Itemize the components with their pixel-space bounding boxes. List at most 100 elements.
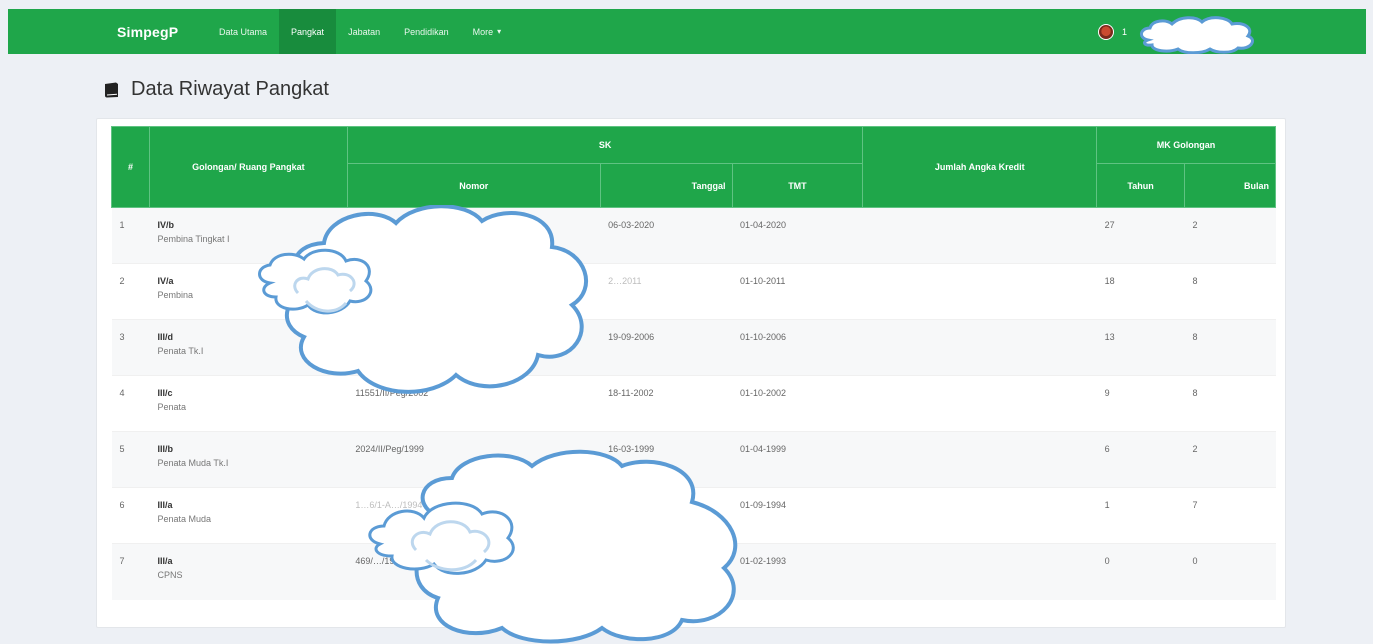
golongan-code: III/b xyxy=(157,444,173,454)
golongan-code: III/a xyxy=(157,500,173,510)
brand-logo[interactable]: SimpegP xyxy=(117,24,207,40)
cell-bulan: 8 xyxy=(1184,319,1276,376)
cell-golongan: IV/a Pembina xyxy=(149,263,348,320)
cell-bulan: 8 xyxy=(1184,375,1276,432)
cell-nomor: 823.4/108…/204/2020 xyxy=(347,207,601,264)
user-name-suffix: 02 xyxy=(1236,26,1249,37)
cell-no: 3 xyxy=(111,319,150,376)
cell-golongan: III/b Penata Muda Tk.I xyxy=(149,431,348,488)
golongan-code: IV/b xyxy=(157,220,174,230)
cell-kredit xyxy=(862,375,1097,432)
cell-bulan: 2 xyxy=(1184,431,1276,488)
cell-golongan: III/a CPNS xyxy=(149,543,348,600)
riwayat-pangkat-table: # Golongan/ Ruang Pangkat SK Jumlah Angk… xyxy=(111,126,1276,600)
col-header-nomor: Nomor xyxy=(346,163,601,208)
col-header-bulan: Bulan xyxy=(1184,163,1276,208)
cell-bulan: 7 xyxy=(1184,487,1276,544)
col-header-tahun: Tahun xyxy=(1096,163,1186,208)
cell-kredit xyxy=(862,263,1097,320)
pangkat-name: Penata Tk.I xyxy=(157,346,204,356)
cell-kredit xyxy=(862,319,1097,376)
nav-label: Pendidikan xyxy=(404,26,449,37)
cell-tmt: 01-10-2011 xyxy=(732,263,863,320)
col-header-tanggal: Tanggal xyxy=(599,163,733,208)
cell-tmt: 01-09-1994 xyxy=(732,487,863,544)
cell-nomor: 823.3/128/406.073/2006 xyxy=(347,319,601,376)
nav-more-dropdown[interactable]: More ▾ xyxy=(461,9,514,54)
nav-pendidikan[interactable]: Pendidikan xyxy=(392,9,461,54)
cell-tmt: 01-10-2006 xyxy=(732,319,863,376)
cell-no: 4 xyxy=(111,375,150,432)
nav-label: More xyxy=(472,26,494,37)
avatar xyxy=(1098,23,1114,40)
user-name-prefix: 1 xyxy=(1122,26,1129,37)
golongan-code: III/a xyxy=(157,556,173,566)
col-header-no: # xyxy=(111,126,150,208)
cell-nomor: 823.4/1…/212/2011 xyxy=(347,263,601,320)
cell-tanggal: 08-02-1993 xyxy=(600,543,733,600)
table-row: 4 III/c Penata 11551/II/Peg/2002 18-11-20… xyxy=(111,375,1276,432)
cell-golongan: IV/b Pembina Tingkat I xyxy=(149,207,348,264)
golongan-code: III/c xyxy=(157,388,173,398)
cell-tahun: 13 xyxy=(1096,319,1185,376)
pangkat-name: Penata Muda xyxy=(157,514,212,524)
cell-golongan: III/c Penata xyxy=(149,375,348,432)
cell-tahun: 18 xyxy=(1096,263,1185,320)
nav-pangkat[interactable]: Pangkat xyxy=(279,9,337,54)
nav-data-utama[interactable]: Data Utama xyxy=(207,9,279,54)
cell-tmt: 01-04-2020 xyxy=(732,207,863,264)
nav-label: Pangkat xyxy=(291,26,325,37)
page-title: Data Riwayat Pangkat xyxy=(103,78,329,101)
table-row: 6 III/a Penata Muda 1…6/1-A…/1994 23-08-1… xyxy=(111,487,1276,544)
user-menu[interactable]: 1 02 xyxy=(1098,9,1248,54)
table-row: 3 III/d Penata Tk.I 823.3/128/406.073/200… xyxy=(111,319,1276,376)
cell-no: 6 xyxy=(111,487,150,544)
golongan-code: IV/a xyxy=(157,276,174,286)
table-row: 7 III/a CPNS 469/…/1993 08-02-1993 01-02-… xyxy=(111,543,1276,600)
pangkat-name: Penata xyxy=(157,402,186,412)
cell-tanggal: 23-08-1994 xyxy=(600,487,733,544)
cell-no: 7 xyxy=(111,543,150,600)
cell-tahun: 0 xyxy=(1096,543,1185,600)
cell-bulan: 8 xyxy=(1184,263,1276,320)
cell-no: 2 xyxy=(111,263,150,320)
pangkat-name: CPNS xyxy=(157,570,183,580)
cell-tmt: 01-10-2002 xyxy=(732,375,863,432)
cell-nomor: 11551/II/Peg/2002 xyxy=(347,375,601,432)
cell-kredit xyxy=(862,207,1097,264)
cell-kredit xyxy=(862,431,1097,488)
riwayat-pangkat-panel: # Golongan/ Ruang Pangkat SK Jumlah Angk… xyxy=(96,118,1286,628)
cell-golongan: III/d Penata Tk.I xyxy=(149,319,348,376)
cell-nomor: 469/…/1993 xyxy=(347,543,601,600)
book-icon xyxy=(105,82,118,97)
col-header-tmt: TMT xyxy=(731,163,864,208)
cell-tmt: 01-04-1999 xyxy=(732,431,863,488)
cell-tanggal: 19-09-2006 xyxy=(600,319,733,376)
cell-tmt: 01-02-1993 xyxy=(732,543,863,600)
table-row: 1 IV/b Pembina Tingkat I 823.4/108…/204/2… xyxy=(111,207,1276,264)
cell-bulan: 2 xyxy=(1184,207,1276,264)
nav-label: Data Utama xyxy=(219,26,268,37)
pangkat-name: Penata Muda Tk.I xyxy=(157,458,229,468)
col-header-kredit: Jumlah Angka Kredit xyxy=(862,126,1098,208)
nav-jabatan[interactable]: Jabatan xyxy=(336,9,392,54)
pangkat-name: Pembina Tingkat I xyxy=(157,234,230,244)
cell-kredit xyxy=(862,487,1097,544)
table-row: 5 III/b Penata Muda Tk.I 2024/II/Peg/1999… xyxy=(111,431,1276,488)
page-title-text: Data Riwayat Pangkat xyxy=(131,78,329,100)
col-header-mk-golongan: MK Golongan xyxy=(1096,126,1276,164)
cell-kredit xyxy=(862,543,1097,600)
col-header-sk: SK xyxy=(346,126,864,164)
cell-tanggal: 06-03-2020 xyxy=(600,207,733,264)
top-navbar: SimpegP Data Utama Pangkat Jabatan Pendi… xyxy=(8,9,1366,54)
cell-tahun: 9 xyxy=(1096,375,1185,432)
cell-golongan: III/a Penata Muda xyxy=(149,487,348,544)
nav-label: Jabatan xyxy=(348,26,381,37)
cell-tahun: 6 xyxy=(1096,431,1185,488)
cell-tahun: 27 xyxy=(1096,207,1185,264)
table-row: 2 IV/a Pembina 823.4/1…/212/2011 2…2011 0… xyxy=(111,263,1276,320)
golongan-code: III/d xyxy=(157,332,173,342)
caret-down-icon: ▾ xyxy=(497,27,502,36)
cell-nomor: 2024/II/Peg/1999 xyxy=(347,431,601,488)
cell-no: 5 xyxy=(111,431,150,488)
